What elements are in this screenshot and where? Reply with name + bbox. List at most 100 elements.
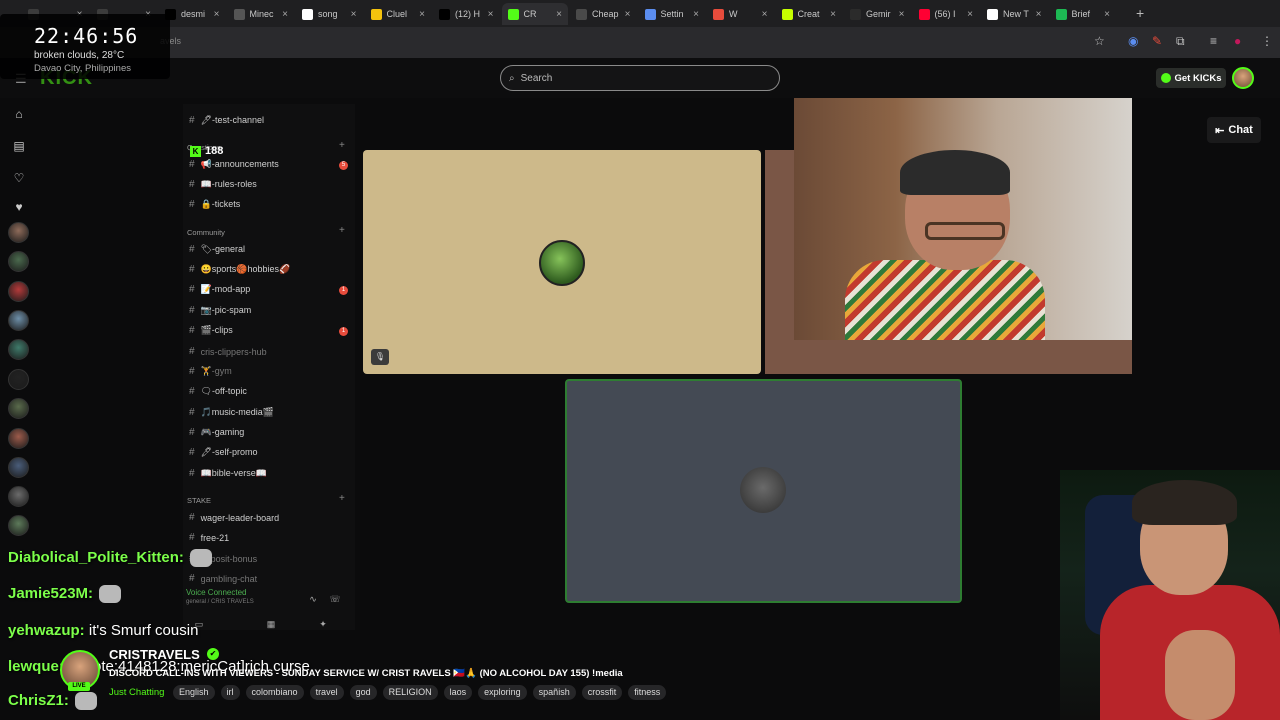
streamer-name[interactable]: CRISTRAVELS — [109, 647, 200, 662]
close-tab-icon[interactable]: × — [693, 9, 699, 20]
discord-channel[interactable]: # 🏋-gym — [189, 366, 232, 377]
stream-tag[interactable]: travel — [309, 685, 344, 700]
stream-tag[interactable]: irl — [220, 685, 240, 700]
close-tab-icon[interactable]: × — [967, 9, 973, 20]
new-tab-button[interactable]: + — [1136, 5, 1144, 21]
stream-tag[interactable]: colombiano — [245, 685, 304, 700]
discord-channel[interactable]: # 🖊-self-promo — [189, 447, 258, 458]
browser-tab[interactable]: Settin × — [639, 3, 706, 25]
browser-tab[interactable]: Brief × — [1050, 3, 1117, 25]
stream-tag[interactable]: crossfit — [581, 685, 623, 700]
followed-channel-avatar[interactable] — [8, 222, 29, 243]
stream-tag[interactable]: exploring — [478, 685, 527, 700]
stream-tag[interactable]: god — [349, 685, 377, 700]
browser-tab[interactable]: W × — [707, 3, 774, 25]
close-tab-icon[interactable]: × — [282, 9, 288, 20]
browser-tab[interactable]: (56) I × — [913, 3, 980, 25]
media-control-icon[interactable]: ≡ — [1210, 34, 1217, 48]
chat-username[interactable]: yehwazup: — [8, 622, 85, 639]
profile-icon[interactable]: ● — [1234, 34, 1241, 48]
close-tab-icon[interactable]: × — [556, 9, 562, 20]
discord-category[interactable]: Community — [187, 228, 225, 237]
disconnect-icon[interactable]: ☏ — [322, 590, 348, 608]
add-channel-icon[interactable]: + — [339, 140, 345, 151]
followed-channel-avatar[interactable] — [8, 457, 29, 478]
discord-channel[interactable]: # 📢-announcements — [189, 159, 279, 170]
chat-username[interactable]: ChrisZ1: — [8, 692, 69, 709]
browser-tab[interactable]: (12) H × — [433, 3, 500, 25]
close-tab-icon[interactable]: × — [762, 9, 768, 20]
chat-username[interactable]: lewque: — [8, 658, 64, 675]
discord-channel[interactable]: # 🏷-general — [189, 244, 245, 255]
close-tab-icon[interactable]: × — [830, 9, 836, 20]
close-tab-icon[interactable]: × — [351, 9, 357, 20]
discord-channel[interactable]: # 🖊-test-channel — [189, 115, 264, 126]
bookmark-star-icon[interactable]: ☆ — [1094, 34, 1105, 48]
stream-category[interactable]: Just Chatting — [109, 687, 164, 698]
close-tab-icon[interactable]: × — [1104, 9, 1110, 20]
browser-tab[interactable]: Cheap × — [570, 3, 637, 25]
pen-extension-icon[interactable]: ✎ — [1152, 34, 1162, 48]
discord-channel[interactable]: # 🗨-off-topic — [189, 386, 247, 397]
close-tab-icon[interactable]: × — [625, 9, 631, 20]
followed-channel-avatar[interactable] — [8, 310, 29, 331]
close-tab-icon[interactable]: × — [899, 9, 905, 20]
following-heart-icon[interactable]: ♡ — [11, 171, 27, 185]
chat-toggle-button[interactable]: ⇤ Chat — [1207, 117, 1261, 143]
search-input[interactable]: ⌕ Search — [500, 65, 780, 91]
chat-username[interactable]: Diabolical_Polite_Kitten: — [8, 549, 184, 566]
discord-channel[interactable]: # 🔒-tickets — [189, 199, 240, 210]
browser-tab[interactable]: Cluel × — [365, 3, 432, 25]
favorites-heart-icon[interactable]: ♥ — [11, 200, 27, 214]
followed-channel-avatar[interactable] — [8, 281, 29, 302]
browser-tab[interactable]: Gemir × — [844, 3, 911, 25]
stream-tag[interactable]: English — [173, 685, 215, 700]
soundboard-icon[interactable]: ✦ — [310, 615, 336, 633]
discord-channel[interactable]: # 🎵music-media🎬 — [189, 407, 274, 418]
discord-channel[interactable]: # gambling-chat — [189, 573, 257, 584]
browser-tab[interactable]: song × — [296, 3, 363, 25]
browser-tab[interactable]: Creat × — [776, 3, 843, 25]
followed-channel-avatar[interactable] — [8, 398, 29, 419]
extension-icon[interactable]: ◉ — [1128, 34, 1138, 48]
discord-channel[interactable]: # 📷-pic-spam — [189, 305, 251, 316]
followed-channel-avatar[interactable] — [8, 515, 29, 536]
chat-username[interactable]: Jamie523M: — [8, 585, 93, 602]
user-avatar[interactable] — [1232, 67, 1254, 89]
browser-tab[interactable]: Minec × — [228, 3, 295, 25]
puzzle-icon[interactable]: ⧉ — [1176, 34, 1185, 49]
stream-tag[interactable]: RELIGION — [382, 685, 438, 700]
followed-channel-avatar[interactable] — [8, 486, 29, 507]
followed-channel-avatar[interactable] — [8, 428, 29, 449]
stream-tag[interactable]: fitness — [628, 685, 667, 700]
menu-dots-icon[interactable]: ⋮ — [1261, 34, 1273, 48]
discord-category[interactable]: STAKE — [187, 496, 211, 505]
browser-tab[interactable]: CR × — [501, 3, 568, 25]
discord-channel[interactable]: # cris-clippers-hub — [189, 346, 267, 357]
add-channel-icon[interactable]: + — [339, 225, 345, 236]
browser-tab[interactable]: New T × — [981, 3, 1048, 25]
activities-icon[interactable]: ▦ — [258, 615, 284, 633]
discord-channel[interactable]: # free-21 — [189, 532, 229, 543]
stream-tag[interactable]: spañish — [532, 685, 576, 700]
followed-channel-avatar[interactable] — [8, 251, 29, 272]
home-icon[interactable]: ⌂ — [11, 107, 27, 121]
close-tab-icon[interactable]: × — [1036, 9, 1042, 20]
close-tab-icon[interactable]: × — [214, 9, 220, 20]
followed-channel-avatar[interactable] — [8, 339, 29, 360]
discord-channel[interactable]: # 📝-mod-app — [189, 284, 250, 295]
discord-channel[interactable]: # 📖-rules-roles — [189, 179, 257, 190]
discord-channel[interactable]: # 😀sports🏀hobbies🏈 — [189, 264, 290, 275]
address-bar[interactable] — [0, 27, 1280, 58]
close-tab-icon[interactable]: × — [419, 9, 425, 20]
discord-channel[interactable]: # 🎮-gaming — [189, 427, 244, 438]
browse-icon[interactable]: ▤ — [11, 139, 27, 153]
get-kicks-button[interactable]: Get KICKs — [1156, 68, 1226, 88]
stream-tag[interactable]: laos — [443, 685, 473, 700]
discord-channel[interactable]: # 🎬-clips — [189, 325, 233, 336]
discord-channel[interactable]: # 📖bible-verse📖 — [189, 468, 267, 479]
discord-channel[interactable]: # wager-leader-board — [189, 512, 279, 523]
followed-channel-avatar[interactable] — [8, 369, 29, 390]
close-tab-icon[interactable]: × — [488, 9, 494, 20]
add-channel-icon[interactable]: + — [339, 493, 345, 504]
